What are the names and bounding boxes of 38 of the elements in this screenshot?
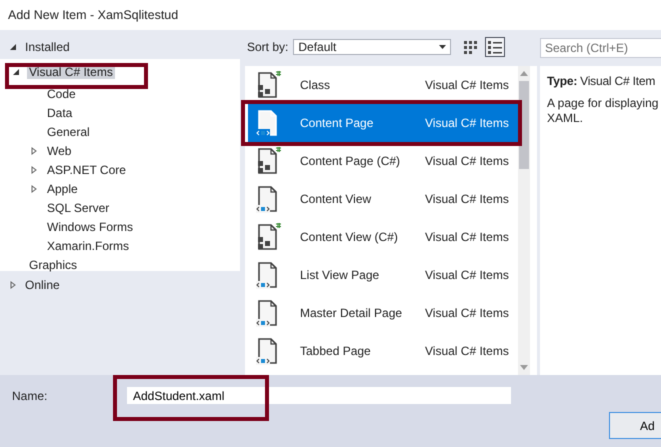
csharp-file-icon <box>256 71 282 99</box>
list-view-button[interactable] <box>485 37 506 57</box>
tree-item[interactable]: Online <box>25 278 60 292</box>
template-item[interactable]: Content Page (C#) Visual C# Items <box>248 142 518 180</box>
tree-item[interactable]: Code <box>45 86 78 100</box>
tree-item[interactable]: SQL Server <box>45 200 112 214</box>
template-item[interactable]: Class Visual C# Items <box>248 66 518 104</box>
sort-dropdown[interactable]: Default <box>293 39 452 55</box>
tree-item[interactable]: Windows Forms <box>45 220 136 234</box>
tree-item[interactable]: Data <box>45 106 74 120</box>
csharp-file-icon <box>256 223 282 251</box>
search-field[interactable]: Search (Ctrl+E) <box>540 38 661 58</box>
template-item[interactable]: Tabbed Page Visual C# Items <box>248 332 518 370</box>
tree-item[interactable]: Graphics <box>27 258 80 272</box>
window-title: Add New Item - XamSqlitestud <box>8 8 178 22</box>
tree-item[interactable]: General <box>45 124 92 138</box>
add-button[interactable]: Ad <box>609 412 661 439</box>
grid-icon <box>464 40 478 54</box>
description-text: A page for displaying XAML. <box>547 96 660 126</box>
tree-item[interactable]: Xamarin.Forms <box>45 238 132 252</box>
tree-item[interactable]: ASP.NET Core <box>45 162 128 176</box>
name-label: Name: <box>11 388 48 402</box>
template-item[interactable]: Content View Visual C# Items <box>248 180 518 218</box>
template-item[interactable]: Content View (C#) Visual C# Items <box>248 218 518 256</box>
template-item[interactable]: Master Detail Page Visual C# Items <box>248 294 518 332</box>
caret-icon <box>439 45 446 49</box>
template-item[interactable]: List View Page Visual C# Items <box>248 256 518 294</box>
tree-item[interactable]: Web <box>45 144 74 158</box>
tree-item[interactable]: Apple <box>45 182 80 196</box>
scrollbar[interactable] <box>518 66 530 375</box>
name-field[interactable]: AddStudent.xaml <box>127 387 511 404</box>
csharp-file-icon <box>256 147 282 175</box>
template-item[interactable]: Content Page Visual C# Items <box>248 104 518 142</box>
type-value: Visual C# Item <box>580 74 656 88</box>
list-icon <box>488 40 502 54</box>
tree-item[interactable]: Installed <box>25 40 70 54</box>
sort-label: Sort by: <box>247 40 288 54</box>
type-label: Type: <box>547 74 578 88</box>
